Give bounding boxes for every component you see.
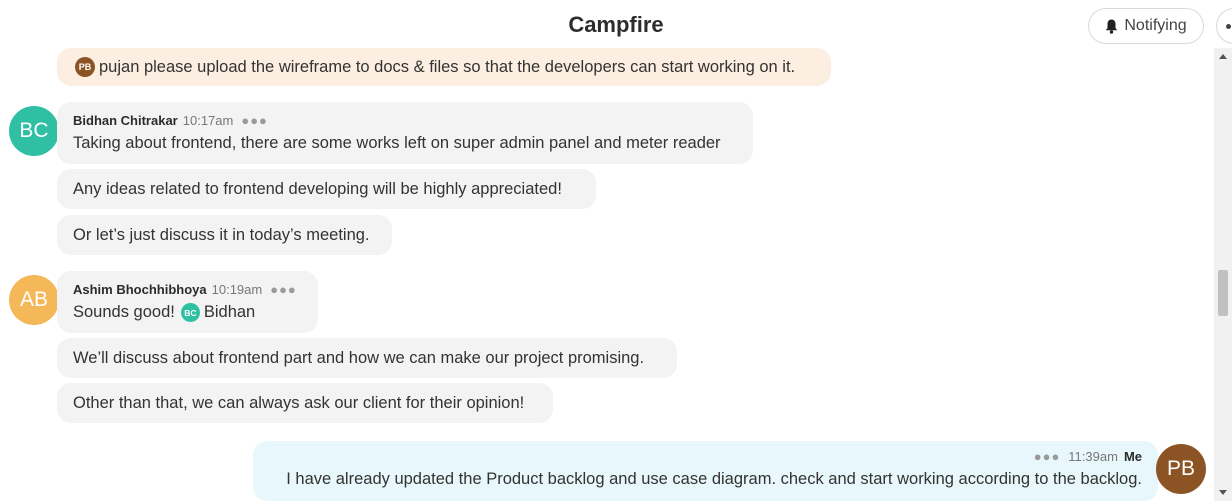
message-text: Sounds good!: [73, 303, 175, 321]
message-bubble[interactable]: Other than that, we can always ask our c…: [57, 383, 553, 423]
page-title: Campfire: [568, 12, 664, 37]
highlighted-message-text: pujan please upload the wireframe to doc…: [99, 57, 796, 76]
message-author[interactable]: Bidhan Chitrakar: [73, 113, 178, 128]
message-time[interactable]: 11:39am: [1068, 449, 1118, 464]
chat-transcript: PB pujan please upload the wireframe to …: [0, 48, 1214, 501]
message-text: I have already updated the Product backl…: [286, 470, 1142, 488]
message-bubble[interactable]: We’ll discuss about frontend part and ho…: [57, 338, 677, 378]
ellipsis-icon: [1226, 24, 1231, 29]
message-options-icon[interactable]: ●●●: [241, 113, 268, 128]
scroll-thumb[interactable]: [1218, 270, 1228, 316]
message-text: Any ideas related to frontend developing…: [73, 179, 562, 198]
notifying-button[interactable]: Notifying: [1088, 8, 1204, 44]
scroll-down-arrow-icon[interactable]: [1219, 490, 1227, 495]
message-bubble[interactable]: Any ideas related to frontend developing…: [57, 169, 596, 209]
top-bar: Campfire Notifying: [0, 0, 1232, 50]
message-author[interactable]: Me: [1124, 449, 1142, 464]
message-text: Other than that, we can always ask our c…: [73, 393, 525, 412]
message-author[interactable]: Ashim Bhochhibhoya: [73, 282, 207, 297]
highlighted-message[interactable]: PB pujan please upload the wireframe to …: [57, 48, 831, 86]
message-bubble[interactable]: Bidhan Chitrakar 10:17am ●●● Taking abou…: [57, 102, 753, 164]
message-text: We’ll discuss about frontend part and ho…: [73, 348, 645, 367]
mention-avatar: BC: [180, 303, 200, 322]
message-bubble[interactable]: Or let’s just discuss it in today’s meet…: [57, 215, 392, 255]
avatar[interactable]: BC: [9, 106, 59, 156]
my-message-bubble[interactable]: ●●● 11:39am Me I have already updated th…: [253, 441, 1158, 501]
message-options-icon[interactable]: ●●●: [270, 282, 297, 297]
message-bubble[interactable]: Ashim Bhochhibhoya 10:19am ●●● Sounds go…: [57, 271, 318, 333]
message-options-icon[interactable]: ●●●: [1034, 449, 1061, 464]
message-text: Taking about frontend, there are some wo…: [73, 134, 721, 152]
message-time[interactable]: 10:17am: [183, 113, 234, 128]
message-time[interactable]: 10:19am: [212, 282, 263, 297]
mention-name[interactable]: Bidhan: [204, 303, 255, 322]
scroll-up-arrow-icon[interactable]: [1219, 54, 1227, 59]
message-text: Or let’s just discuss it in today’s meet…: [73, 225, 370, 244]
notifying-label: Notifying: [1124, 17, 1187, 34]
mention-avatar: PB: [75, 57, 95, 77]
avatar[interactable]: PB: [1156, 444, 1206, 494]
avatar[interactable]: AB: [9, 275, 59, 325]
scrollbar[interactable]: [1214, 48, 1232, 501]
bell-icon: [1106, 19, 1118, 34]
